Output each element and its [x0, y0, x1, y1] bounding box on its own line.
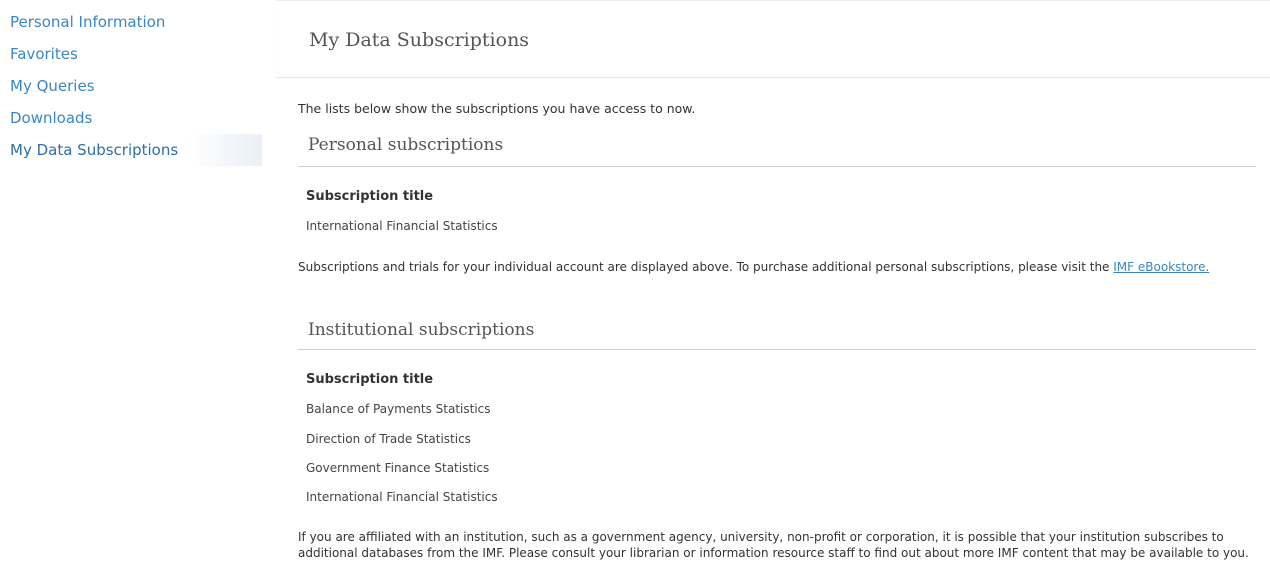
institutional-subscription-item: Balance of Payments Statistics [306, 402, 491, 416]
page: Personal Information Favorites My Querie… [0, 0, 1270, 583]
main-content: My Data Subscriptions The lists below sh… [276, 0, 1270, 583]
personal-subscriptions-heading: Personal subscriptions [308, 135, 504, 155]
personal-column-header: Subscription title [306, 189, 434, 204]
sidebar-item-my-data-subscriptions[interactable]: My Data Subscriptions [0, 134, 262, 166]
institutional-subscription-item: Direction of Trade Statistics [306, 432, 471, 446]
personal-note-text: Subscriptions and trials for your indivi… [298, 260, 1110, 274]
page-title: My Data Subscriptions [309, 29, 530, 51]
personal-subscription-item: International Financial Statistics [306, 219, 498, 233]
institutional-subscription-item: International Financial Statistics [306, 490, 498, 504]
page-title-bar: My Data Subscriptions [276, 0, 1270, 78]
section-divider [298, 166, 1256, 167]
institutional-subscriptions-note: If you are affiliated with an institutio… [298, 530, 1249, 560]
sidebar-item-my-queries[interactable]: My Queries [0, 70, 262, 102]
imf-ebookstore-link[interactable]: IMF eBookstore. [1113, 260, 1209, 274]
institutional-subscription-item: Government Finance Statistics [306, 461, 490, 475]
section-divider [298, 349, 1256, 350]
sidebar-item-downloads[interactable]: Downloads [0, 102, 262, 134]
sidebar-item-favorites[interactable]: Favorites [0, 38, 262, 70]
sidebar-item-personal-information[interactable]: Personal Information [0, 6, 262, 38]
account-sidebar: Personal Information Favorites My Querie… [0, 6, 262, 166]
personal-subscriptions-note: Subscriptions and trials for your indivi… [298, 259, 1258, 275]
institutional-subscriptions-heading: Institutional subscriptions [308, 320, 535, 340]
intro-text: The lists below show the subscriptions y… [298, 101, 696, 116]
institutional-column-header: Subscription title [306, 372, 434, 387]
